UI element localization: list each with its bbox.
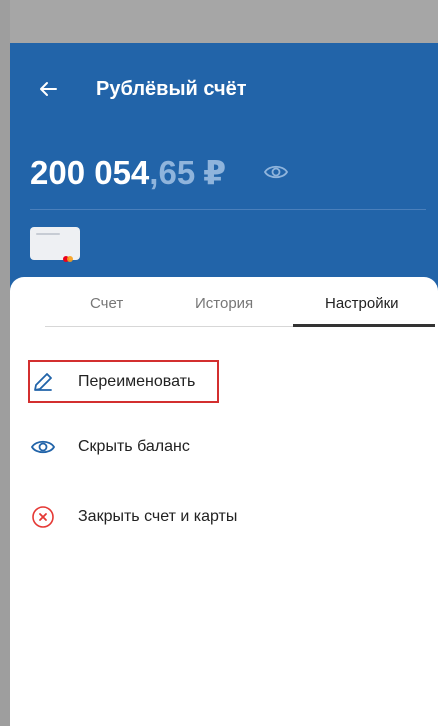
- tab-account[interactable]: Счет: [90, 295, 123, 313]
- hide-balance-item[interactable]: Скрыть баланс: [30, 427, 190, 467]
- highlight-box: [28, 360, 219, 403]
- balance-main: 200 054: [30, 154, 150, 191]
- eye-icon[interactable]: [263, 162, 289, 182]
- header-divider: [30, 209, 426, 210]
- currency-symbol: ₽: [203, 154, 227, 191]
- close-circle-icon: [30, 504, 56, 530]
- account-header: Рублёвый счёт 200 054,65 ₽: [10, 43, 438, 303]
- balance-amount: 200 054,65 ₽: [30, 153, 226, 193]
- back-arrow-icon[interactable]: [36, 77, 60, 101]
- active-tab-indicator: [293, 324, 435, 327]
- eye-icon: [30, 434, 56, 460]
- mastercard-icon: [62, 249, 74, 262]
- tab-history[interactable]: История: [195, 295, 253, 313]
- close-account-item[interactable]: Закрыть счет и карты: [30, 497, 237, 537]
- tab-bar: Счет История Настройки: [45, 277, 435, 327]
- hide-balance-label: Скрыть баланс: [78, 438, 190, 455]
- settings-sheet: Счет История Настройки Переименовать Скр…: [10, 277, 438, 726]
- close-account-label: Закрыть счет и карты: [78, 508, 238, 525]
- card-line: [36, 233, 60, 235]
- tab-settings[interactable]: Настройки: [325, 295, 399, 313]
- page-title: Рублёвый счёт: [96, 78, 247, 100]
- left-edge: [0, 0, 10, 726]
- card-thumbnail[interactable]: [30, 227, 80, 262]
- status-bar: [10, 0, 438, 43]
- balance-fraction: ,65: [149, 154, 196, 191]
